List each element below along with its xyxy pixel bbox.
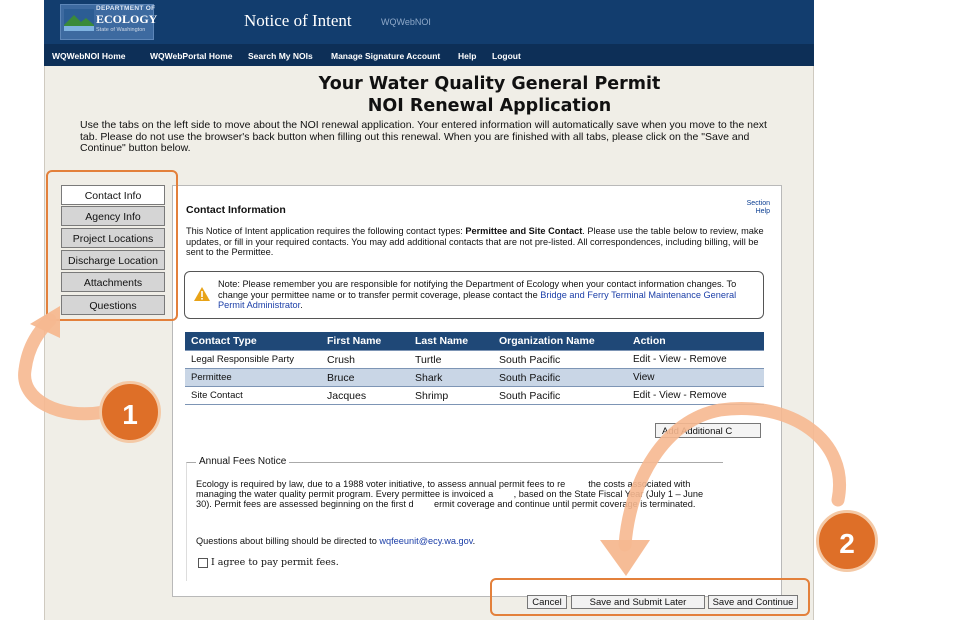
- arrow-two-head: [600, 540, 650, 576]
- arrow-one-shaft: [18, 313, 111, 421]
- arrow-two-shaft: [618, 402, 846, 552]
- callout-badge-two: 2: [816, 510, 878, 572]
- callout-badge-one: 1: [99, 381, 161, 443]
